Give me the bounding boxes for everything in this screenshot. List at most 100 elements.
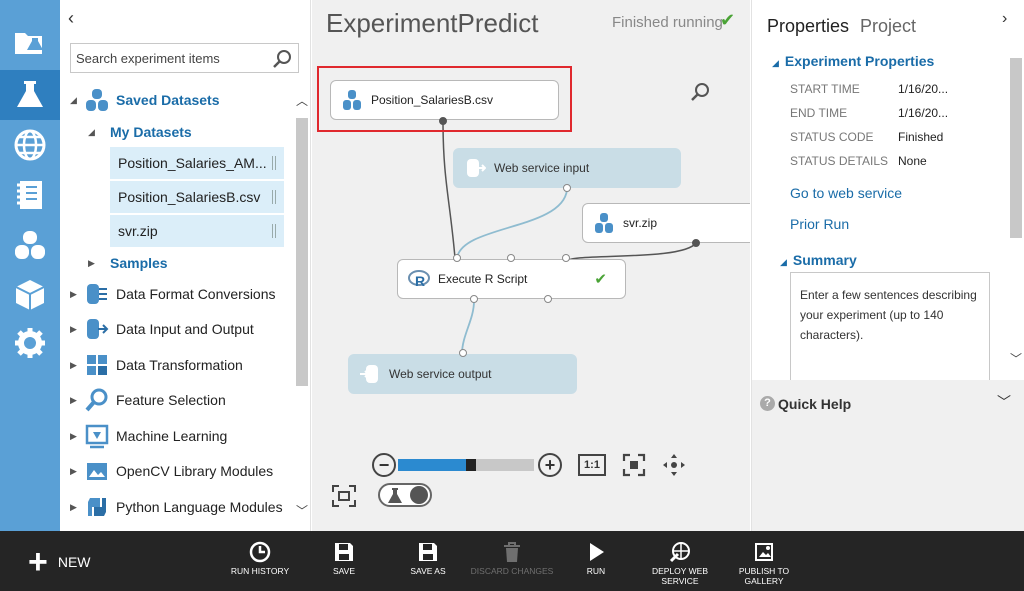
experiments-nav-button[interactable] <box>0 70 60 120</box>
r-script-icon: R <box>408 268 430 290</box>
category-feature-selection[interactable]: ▶ Feature Selection <box>70 384 226 416</box>
category-data-transformation[interactable]: ▶ Data Transformation <box>70 349 243 381</box>
drag-handle-icon[interactable] <box>272 156 276 170</box>
collapse-palette-chevron-icon[interactable]: ‹ <box>68 8 74 29</box>
expanded-triangle-icon: ◢ <box>88 126 95 137</box>
experiment-properties-header[interactable]: ◢ Experiment Properties <box>772 53 934 69</box>
notebooks-nav-button[interactable] <box>0 170 60 220</box>
dataset-item[interactable]: svr.zip <box>110 215 284 247</box>
trained-models-nav-button[interactable] <box>0 270 60 320</box>
scrollbar-thumb[interactable] <box>296 118 308 386</box>
node-execute-r-script[interactable]: R Execute R Script ✔ <box>397 259 626 299</box>
properties-scrollbar[interactable]: ﹀ <box>1008 40 1024 380</box>
drag-handle-icon[interactable] <box>272 224 276 238</box>
projects-nav-button[interactable] <box>0 17 60 67</box>
output-port[interactable] <box>692 239 700 247</box>
prop-key: START TIME <box>790 82 860 96</box>
gear-icon <box>15 328 45 358</box>
prop-key: STATUS CODE <box>790 130 874 144</box>
output-port[interactable] <box>544 295 552 303</box>
output-port[interactable] <box>563 184 571 192</box>
dataset-item[interactable]: Position_Salaries_AM... <box>110 147 284 179</box>
tree-saved-datasets[interactable]: ◢ Saved Datasets <box>70 84 220 116</box>
category-opencv[interactable]: ▶ OpenCV Library Modules <box>70 455 273 487</box>
scroll-up-chevron-icon[interactable]: ︿ <box>296 92 308 109</box>
module-palette: ‹ ◢ Saved Datasets ◢ My Datasets Positio… <box>60 0 311 531</box>
scrollbar-thumb[interactable] <box>1010 58 1022 238</box>
dataset-item[interactable]: Position_SalariesB.csv <box>110 181 284 213</box>
node-svr-zip[interactable]: svr.zip <box>582 203 750 243</box>
button-label: SAVE <box>332 566 356 576</box>
input-port[interactable] <box>562 254 570 262</box>
zoom-in-button[interactable]: + <box>538 453 562 477</box>
node-web-service-input[interactable]: Web service input <box>453 148 681 188</box>
collapsed-triangle-icon: ▶ <box>88 257 95 268</box>
scroll-down-chevron-icon[interactable]: ﹀ <box>1010 350 1022 367</box>
web-services-nav-button[interactable] <box>0 120 60 170</box>
palette-scrollbar[interactable]: ︿ ﹀ <box>294 90 310 522</box>
category-label: Feature Selection <box>116 392 226 408</box>
actual-size-button[interactable]: 1:1 <box>578 454 606 476</box>
prior-run-link[interactable]: Prior Run <box>790 216 849 232</box>
tab-project[interactable]: Project <box>860 16 916 37</box>
collapse-panel-chevron-icon[interactable]: › <box>1002 10 1007 28</box>
save-icon <box>335 543 353 561</box>
discard-changes-button[interactable]: DISCARD CHANGES <box>467 541 557 576</box>
new-label: NEW <box>57 554 91 570</box>
input-port[interactable] <box>507 254 515 262</box>
wire-rscript-to-output <box>461 300 475 355</box>
category-data-input-output[interactable]: ▶ Data Input and Output <box>70 313 254 345</box>
expanded-triangle-icon: ◢ <box>70 94 77 105</box>
experiment-canvas[interactable]: ExperimentPredict Finished running ✔ Pos… <box>312 0 750 531</box>
format-conversion-icon <box>84 281 110 307</box>
tree-label: My Datasets <box>110 124 192 140</box>
save-button[interactable]: SAVE <box>299 541 389 576</box>
input-port[interactable] <box>459 349 467 357</box>
scroll-down-chevron-icon[interactable]: ﹀ <box>296 502 308 519</box>
button-label: RUN HISTORY <box>230 566 290 576</box>
zoom-slider-thumb[interactable] <box>466 459 476 471</box>
datasets-nav-button[interactable] <box>0 220 60 270</box>
bottom-toolbar: + NEW RUN HISTORY SAVE SAVE AS DISCARD C… <box>0 531 1024 591</box>
summary-header[interactable]: ◢ Summary <box>780 252 857 268</box>
node-label: Execute R Script <box>438 272 528 286</box>
deploy-web-service-button[interactable]: DEPLOY WEB SERVICE <box>635 541 725 586</box>
search-icon[interactable] <box>272 49 292 69</box>
fit-to-screen-icon[interactable] <box>622 453 646 477</box>
properties-panel: Properties Project › ◢ Experiment Propert… <box>751 0 1024 531</box>
prop-key: END TIME <box>790 106 848 120</box>
quick-help-panel[interactable]: ? Quick Help ﹀ <box>752 380 1024 531</box>
tree-my-datasets[interactable]: ◢ My Datasets <box>88 116 192 148</box>
tree-samples[interactable]: ▶ Samples <box>88 247 168 279</box>
minimap-icon[interactable] <box>332 485 356 507</box>
zoom-out-button[interactable]: − <box>372 453 396 477</box>
settings-nav-button[interactable] <box>0 318 60 368</box>
output-port[interactable] <box>470 295 478 303</box>
expand-chevron-icon[interactable]: ﹀ <box>997 392 1011 412</box>
gallery-icon <box>755 543 773 561</box>
go-to-web-service-link[interactable]: Go to web service <box>790 185 902 201</box>
opencv-icon <box>84 458 110 484</box>
drag-handle-icon[interactable] <box>272 190 276 204</box>
run-button[interactable]: RUN <box>551 541 641 576</box>
canvas-search-icon[interactable] <box>690 82 710 102</box>
pan-move-icon[interactable] <box>662 453 686 477</box>
node-web-service-output[interactable]: Web service output <box>348 354 577 394</box>
category-label: Python Language Modules <box>116 499 283 515</box>
save-as-button[interactable]: SAVE AS <box>383 541 473 576</box>
search-input[interactable] <box>71 50 271 66</box>
category-label: Data Input and Output <box>116 321 254 337</box>
run-history-button[interactable]: RUN HISTORY <box>215 541 305 576</box>
summary-textarea[interactable]: Enter a few sentences describing your ex… <box>790 272 990 382</box>
input-port[interactable] <box>453 254 461 262</box>
category-python[interactable]: ▶ Python Language Modules <box>70 491 283 523</box>
tab-properties[interactable]: Properties <box>767 16 849 37</box>
new-button[interactable]: + NEW <box>28 545 91 579</box>
web-service-output-icon <box>359 363 381 385</box>
experiment-mode-toggle[interactable] <box>378 483 432 507</box>
category-data-format-conversions[interactable]: ▶ Data Format Conversions <box>70 278 276 310</box>
category-machine-learning[interactable]: ▶ Machine Learning <box>70 420 227 452</box>
zoom-slider[interactable] <box>398 459 534 471</box>
publish-to-gallery-button[interactable]: PUBLISH TO GALLERY <box>719 541 809 586</box>
search-box[interactable] <box>70 43 299 73</box>
